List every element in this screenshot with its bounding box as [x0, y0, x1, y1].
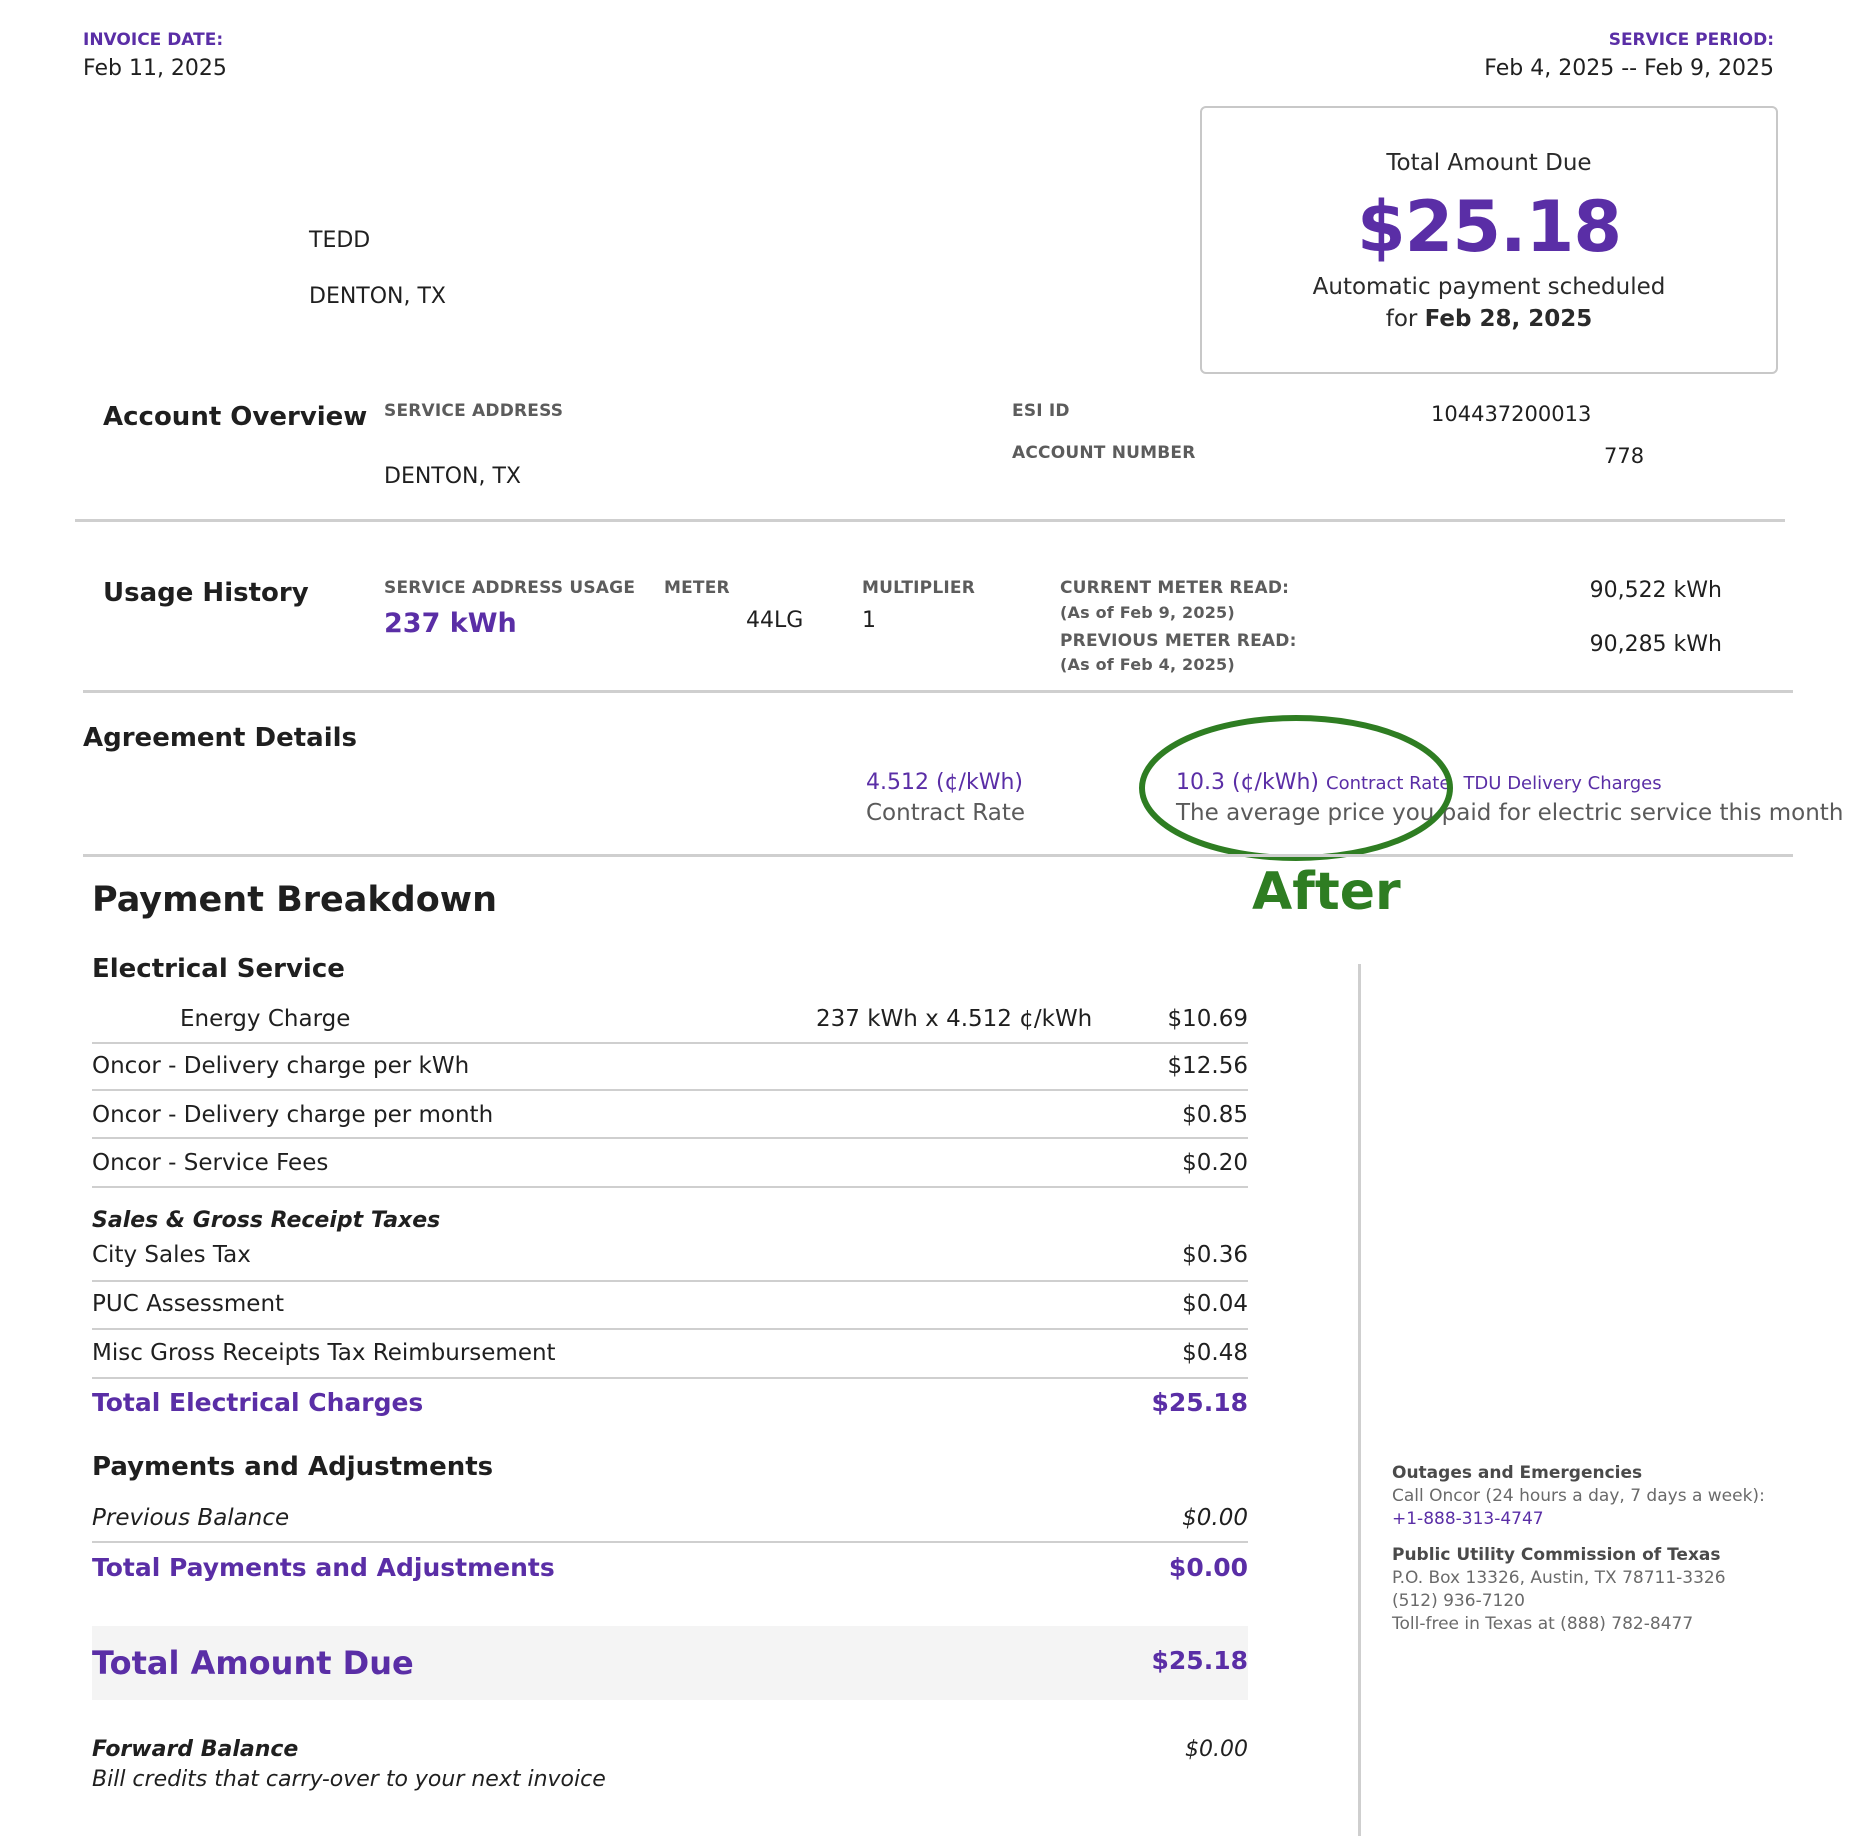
column-divider — [1358, 964, 1361, 1836]
row-label: Misc Gross Receipts Tax Reimbursement — [92, 1340, 556, 1366]
annotation-label: After — [1252, 862, 1401, 922]
row-label: PUC Assessment — [92, 1291, 285, 1317]
outages-text: Call Oncor (24 hours a day, 7 days a wee… — [1392, 1486, 1765, 1506]
row-amount: $0.48 — [1182, 1340, 1248, 1366]
customer-city: DENTON, TX — [309, 284, 447, 309]
row-amount: $0.85 — [1182, 1102, 1248, 1128]
row-label: Oncor - Delivery charge per kWh — [92, 1053, 470, 1079]
service-period: Feb 4, 2025 -- Feb 9, 2025 — [1484, 56, 1774, 81]
account-number: 778 — [1604, 444, 1645, 468]
usage-history-title: Usage History — [103, 578, 309, 608]
esi-id-label: ESI ID — [1012, 401, 1070, 421]
invoice-date: Feb 11, 2025 — [83, 56, 227, 81]
divider — [92, 1280, 1248, 1282]
service-address: DENTON, TX — [384, 464, 522, 489]
meter-value: 44LG — [746, 608, 804, 633]
autopay-text: Automatic payment scheduled — [1312, 274, 1666, 300]
previous-balance-label: Previous Balance — [92, 1505, 290, 1531]
puc-address: P.O. Box 13326, Austin, TX 78711-3326 — [1392, 1568, 1726, 1588]
previous-read-label: PREVIOUS METER READ: — [1060, 631, 1297, 651]
payments-adjustments-title: Payments and Adjustments — [92, 1452, 494, 1482]
row-amount: $0.20 — [1182, 1150, 1248, 1176]
forward-balance-label: Forward Balance — [92, 1737, 299, 1762]
row-label: Oncor - Delivery charge per month — [92, 1102, 494, 1128]
autopay-date: Feb 28, 2025 — [1424, 306, 1593, 332]
row-amount: $12.56 — [1167, 1053, 1248, 1079]
divider — [83, 854, 1793, 857]
tax-section-title: Sales & Gross Receipt Taxes — [92, 1208, 441, 1233]
divider — [92, 1541, 1248, 1543]
annotation-circle — [1139, 715, 1453, 861]
divider — [75, 519, 1785, 522]
previous-balance-row: Previous Balance $0.00 — [92, 1505, 1248, 1531]
service-address-usage-label: SERVICE ADDRESS USAGE — [384, 578, 636, 598]
multiplier-value: 1 — [862, 608, 876, 633]
service-address-usage: 237 kWh — [384, 608, 517, 639]
current-read-label: CURRENT METER READ: — [1060, 578, 1290, 598]
divider — [92, 1186, 1248, 1188]
total-payments-row: Total Payments and Adjustments $0.00 — [92, 1553, 1248, 1582]
account-number-label: ACCOUNT NUMBER — [1012, 443, 1196, 463]
customer-name: TEDD — [309, 228, 371, 253]
amount-due-summary-card: Total Amount Due $25.18 Automatic paymen… — [1200, 106, 1778, 374]
summary-label: Total Amount Due — [1386, 150, 1592, 176]
outages-phone-link[interactable]: +1-888-313-4747 — [1392, 1508, 1544, 1531]
energy-charge-amount: $10.69 — [1167, 1006, 1248, 1032]
invoice-date-label: INVOICE DATE: — [83, 30, 224, 50]
tdu-delivery-charges-link[interactable]: TDU Delivery Charges — [1463, 773, 1661, 794]
contract-rate-value: 4.512 (¢/kWh) — [866, 770, 1023, 795]
divider — [92, 1042, 1248, 1044]
row-label: Oncor - Service Fees — [92, 1150, 329, 1176]
puc-tollfree: Toll-free in Texas at (888) 782-8477 — [1392, 1614, 1694, 1634]
electrical-service-title: Electrical Service — [92, 954, 345, 984]
service-address-label: SERVICE ADDRESS — [384, 401, 564, 421]
row-amount: $0.04 — [1182, 1291, 1248, 1317]
contract-rate-label: Contract Rate — [866, 800, 1025, 826]
autopay-line: for Feb 28, 2025 — [1202, 306, 1776, 332]
total-electrical-label: Total Electrical Charges — [92, 1388, 424, 1417]
total-due-label: Total Amount Due — [92, 1644, 414, 1682]
total-due-amount: $25.18 — [1151, 1646, 1248, 1675]
esi-id: 104437200013 — [1431, 402, 1592, 426]
outages-title: Outages and Emergencies — [1392, 1463, 1643, 1483]
service-period-label: SERVICE PERIOD: — [1608, 30, 1774, 50]
table-row: Oncor - Delivery charge per kWh $12.56 — [92, 1053, 1248, 1079]
autopay-for: for — [1385, 306, 1418, 332]
previous-read-date: (As of Feb 4, 2025) — [1060, 655, 1235, 674]
table-row: City Sales Tax $0.36 — [92, 1242, 1248, 1268]
account-overview-title: Account Overview — [103, 402, 368, 432]
previous-read-value: 90,285 kWh — [1589, 632, 1722, 657]
energy-charge-label: Energy Charge — [180, 1006, 351, 1032]
table-row: Oncor - Service Fees $0.20 — [92, 1150, 1248, 1176]
meter-label: METER — [664, 578, 730, 598]
divider — [92, 1089, 1248, 1091]
puc-title: Public Utility Commission of Texas — [1392, 1545, 1721, 1565]
forward-balance-amount: $0.00 — [1185, 1737, 1248, 1762]
total-electrical-charges-row: Total Electrical Charges $25.18 — [92, 1388, 1248, 1417]
divider — [83, 690, 1793, 693]
total-amount-due-row: Total Amount Due $25.18 — [92, 1626, 1248, 1700]
row-amount: $0.36 — [1182, 1242, 1248, 1268]
total-payments-amount: $0.00 — [1168, 1553, 1248, 1582]
divider — [92, 1328, 1248, 1330]
table-row: Oncor - Delivery charge per month $0.85 — [92, 1102, 1248, 1128]
forward-balance-description: Bill credits that carry-over to your nex… — [92, 1767, 606, 1792]
table-row: PUC Assessment $0.04 — [92, 1291, 1248, 1317]
current-read-value: 90,522 kWh — [1589, 578, 1722, 603]
row-label: City Sales Tax — [92, 1242, 251, 1268]
summary-amount: $25.18 — [1356, 186, 1622, 268]
agreement-details-title: Agreement Details — [83, 723, 358, 753]
total-payments-label: Total Payments and Adjustments — [92, 1553, 555, 1582]
total-electrical-amount: $25.18 — [1151, 1388, 1248, 1417]
multiplier-label: MULTIPLIER — [862, 578, 975, 598]
current-read-date: (As of Feb 9, 2025) — [1060, 603, 1235, 622]
divider — [92, 1137, 1248, 1139]
energy-charge-calc: 237 kWh x 4.512 ¢/kWh — [816, 1006, 1093, 1032]
divider — [92, 1377, 1248, 1379]
table-row: Misc Gross Receipts Tax Reimbursement $0… — [92, 1340, 1248, 1366]
payment-breakdown-title: Payment Breakdown — [92, 880, 498, 920]
previous-balance-amount: $0.00 — [1182, 1505, 1248, 1531]
puc-phone: (512) 936-7120 — [1392, 1591, 1525, 1611]
